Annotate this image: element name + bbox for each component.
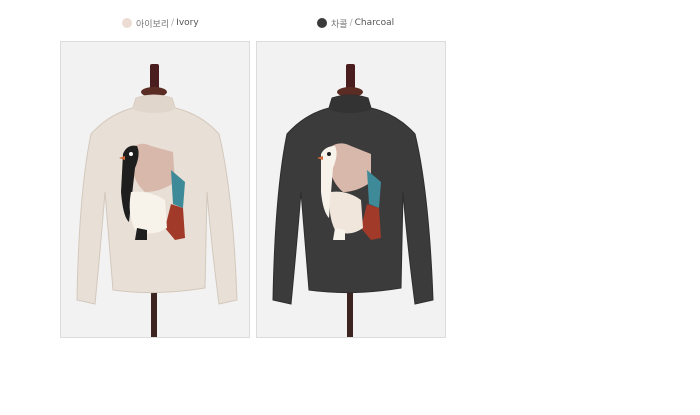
color-option-charcoal[interactable]: 차콜 / Charcoal [317,16,394,30]
product-photo-charcoal[interactable] [256,41,446,338]
color-name-english: Ivory [176,18,199,28]
sweater-illustration-ivory [61,42,249,337]
color-name-korean: 차콜 [331,19,348,30]
color-name-english: Charcoal [354,18,395,28]
color-name-separator: / [349,18,353,28]
sweater-illustration-charcoal [257,42,445,337]
product-photo-ivory[interactable] [60,41,250,338]
charcoal-swatch-icon [317,18,327,28]
color-name-korean: 아이보리 [136,19,170,30]
color-option-ivory[interactable]: 아이보리 / Ivory [122,16,199,30]
ivory-swatch-icon [122,18,132,28]
color-name-separator: / [171,18,175,28]
